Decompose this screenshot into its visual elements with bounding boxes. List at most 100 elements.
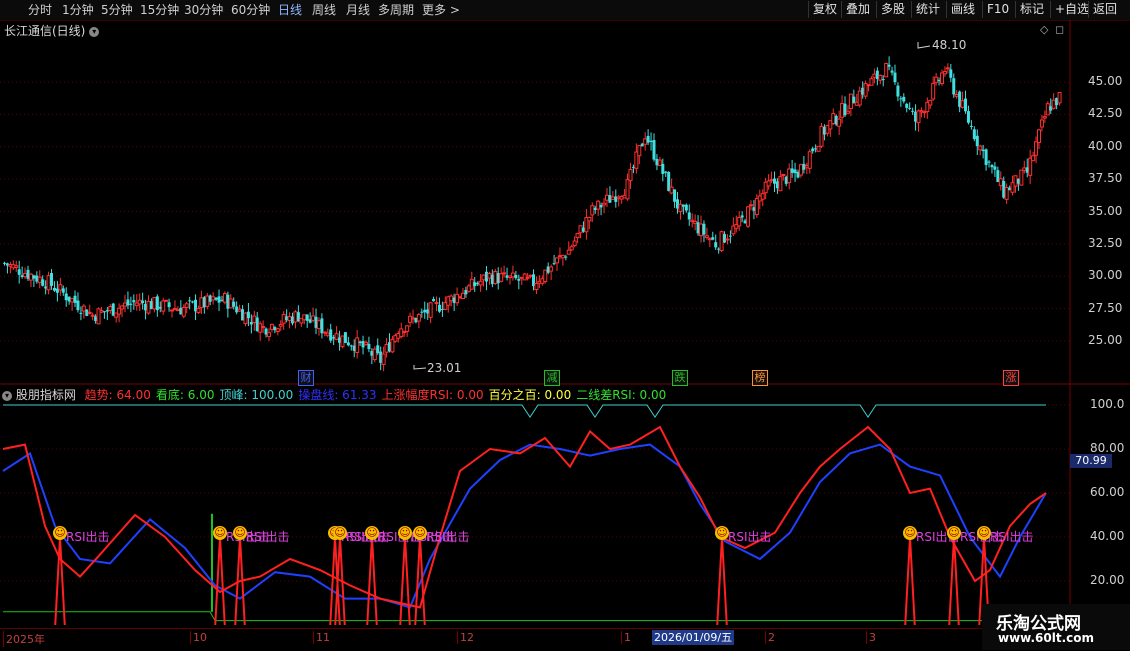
period-tab-weekly[interactable]: 周线: [312, 2, 336, 18]
event-marker[interactable]: 减: [544, 370, 560, 386]
price-tick-label: 27.50: [1088, 300, 1123, 315]
draw-line-button[interactable]: 画线: [946, 1, 979, 18]
candle: [560, 254, 565, 266]
date-tick-label: 2025年: [3, 631, 45, 647]
event-marker[interactable]: 涨: [1003, 370, 1019, 386]
candle: [340, 335, 345, 349]
rsi-signal-label: RSI出击: [66, 530, 110, 544]
smiley-icon: ☺: [903, 526, 917, 540]
candle: [372, 346, 377, 363]
candle: [714, 234, 718, 250]
candle: [343, 332, 347, 344]
event-marker[interactable]: 跌: [672, 370, 688, 386]
add-favorite-button[interactable]: +自选: [1050, 1, 1093, 18]
candle: [911, 107, 915, 115]
candle: [746, 205, 751, 229]
candle: [493, 268, 498, 285]
period-tab-multi[interactable]: 多周期: [378, 2, 414, 18]
candle: [522, 272, 527, 281]
candle: [73, 290, 77, 308]
candle: [58, 277, 63, 296]
candle: [969, 120, 973, 130]
price-tick-label: 30.00: [1088, 268, 1123, 283]
period-tab-60min[interactable]: 60分钟: [231, 2, 270, 18]
period-tab-timeshare[interactable]: 分时: [28, 2, 52, 18]
candle: [228, 294, 233, 309]
restore-rights-button[interactable]: 复权: [808, 1, 841, 18]
candle: [55, 280, 59, 302]
multi-stock-button[interactable]: 多股: [876, 1, 909, 18]
event-marker[interactable]: 榜: [752, 370, 768, 386]
candle: [349, 344, 353, 351]
candle: [693, 214, 698, 231]
candle: [1045, 101, 1050, 116]
low-pointer: [413, 365, 427, 370]
candle: [1057, 92, 1062, 106]
event-marker[interactable]: 财: [298, 370, 314, 386]
candle: [172, 300, 177, 311]
price-tick-label: 45.00: [1088, 74, 1123, 88]
candle: [990, 163, 994, 174]
candle: [346, 336, 350, 347]
period-tab-1min[interactable]: 1分钟: [62, 2, 94, 18]
period-tab-more[interactable]: 更多 >: [422, 2, 460, 18]
period-tab-5min[interactable]: 5分钟: [101, 2, 133, 18]
smiley-icon: ☺: [413, 526, 427, 540]
period-tab-monthly[interactable]: 月线: [346, 2, 370, 18]
candle: [998, 171, 1003, 191]
candle: [893, 64, 897, 85]
candle: [678, 199, 683, 220]
candle: [311, 307, 316, 323]
candle: [673, 189, 677, 208]
candle: [320, 313, 324, 339]
candle: [46, 271, 51, 295]
period-tab-30min[interactable]: 30分钟: [184, 2, 223, 18]
candle: [549, 264, 554, 280]
candle: [964, 90, 968, 114]
candle: [423, 301, 427, 319]
candle: [890, 66, 894, 76]
indicator-chart[interactable]: [0, 385, 1130, 625]
candle: [293, 310, 298, 329]
smiley-icon: ☺: [715, 526, 729, 540]
candle: [993, 162, 997, 177]
rsi-signal-label: RSI出击: [728, 530, 772, 544]
candle: [899, 95, 903, 107]
candle: [499, 267, 504, 283]
candle: [23, 267, 28, 280]
rsi-spike: [904, 536, 916, 625]
candle: [205, 292, 210, 310]
candle: [469, 271, 474, 290]
candle: [704, 227, 709, 240]
candle: [902, 93, 906, 104]
price-tick-label: 42.50: [1088, 106, 1123, 121]
candle: [987, 160, 991, 168]
date-tick-label: 11: [313, 631, 330, 644]
candle: [76, 292, 80, 313]
rsi-signal-label: RSI出击: [246, 530, 290, 544]
candle: [460, 288, 465, 300]
candle: [960, 91, 965, 109]
candle: [281, 311, 286, 330]
price-tick-label: 25.00: [1088, 333, 1123, 347]
candle: [235, 301, 239, 315]
candle: [596, 199, 601, 216]
statistics-button[interactable]: 统计: [911, 1, 944, 18]
candle: [129, 296, 133, 313]
candle: [152, 297, 157, 313]
candle: [725, 234, 730, 245]
candlestick-chart[interactable]: 48.10 23.01: [0, 20, 1130, 385]
mark-button[interactable]: 标记: [1015, 1, 1048, 18]
overlay-button[interactable]: 叠加: [841, 1, 874, 18]
price-tick-label: 40.00: [1088, 138, 1123, 153]
candle: [787, 163, 792, 190]
period-tab-daily[interactable]: 日线: [278, 2, 302, 18]
candle: [707, 237, 712, 248]
candle: [1004, 183, 1009, 204]
peak-line: [3, 404, 1046, 419]
candle: [408, 312, 413, 327]
f10-button[interactable]: F10: [982, 1, 1013, 18]
period-tab-15min[interactable]: 15分钟: [140, 2, 179, 18]
back-button[interactable]: 返回: [1088, 1, 1121, 18]
candle: [543, 269, 548, 284]
